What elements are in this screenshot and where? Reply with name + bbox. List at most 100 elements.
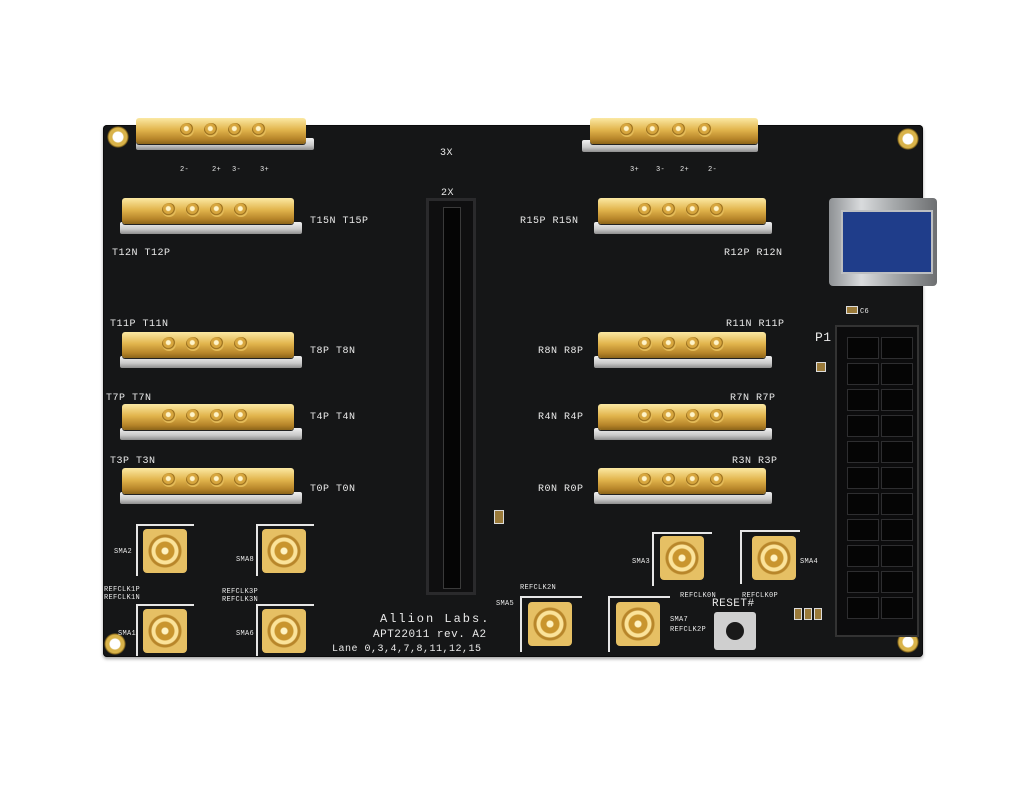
header-pin xyxy=(881,597,913,619)
pin xyxy=(234,409,248,423)
label-t3: T3P T3N xyxy=(110,456,156,467)
label-sma1: SMA1 xyxy=(118,630,137,638)
header-pin xyxy=(881,571,913,593)
label-refclk0n: REFCLK0N xyxy=(680,592,717,600)
pin xyxy=(686,203,700,217)
header-pin xyxy=(881,337,913,359)
pin-header-p1 xyxy=(835,325,919,637)
connector-r4 xyxy=(598,404,766,430)
header-pin xyxy=(881,363,913,385)
company-label: Allion Labs. xyxy=(380,612,491,626)
pin xyxy=(204,123,218,137)
label-refclk3: REFCLK3P REFCLK3N xyxy=(222,588,259,604)
pin xyxy=(662,337,676,351)
usb-port[interactable] xyxy=(841,210,933,274)
pin xyxy=(646,123,660,137)
pin xyxy=(638,337,652,351)
reset-button-cap[interactable] xyxy=(726,622,744,640)
pcie-slot xyxy=(426,198,476,595)
label-3x: 3X xyxy=(440,148,454,159)
usb-connector[interactable] xyxy=(829,198,937,286)
smd-component xyxy=(816,362,826,372)
header-pin xyxy=(847,441,879,463)
pin xyxy=(662,409,676,423)
header-pin xyxy=(847,571,879,593)
label-r12: R12P R12N xyxy=(724,248,783,259)
label-refclk2p: REFCLK2P xyxy=(670,626,707,634)
label-t8: T8P T8N xyxy=(310,346,356,357)
pin-label: 3- xyxy=(656,166,666,174)
pin xyxy=(210,203,224,217)
header-pin xyxy=(847,415,879,437)
sma-connector[interactable] xyxy=(143,609,187,653)
smd-component xyxy=(814,608,822,620)
sma-connector[interactable] xyxy=(752,536,796,580)
pin-label: 2+ xyxy=(680,166,690,174)
pin xyxy=(638,203,652,217)
label-sma5: SMA5 xyxy=(496,600,515,608)
pin xyxy=(710,409,724,423)
pin xyxy=(228,123,242,137)
connector-top-right xyxy=(590,118,758,144)
connector-r15 xyxy=(598,198,766,224)
pin xyxy=(162,409,176,423)
sma-connector[interactable] xyxy=(616,602,660,646)
label-sma4: SMA4 xyxy=(800,558,819,566)
label-t0: T0P T0N xyxy=(310,484,356,495)
pin xyxy=(162,203,176,217)
pin xyxy=(662,473,676,487)
header-pin xyxy=(881,519,913,541)
pin xyxy=(234,203,248,217)
label-sma7: SMA7 xyxy=(670,616,689,624)
label-refclk1: REFCLK1P REFCLK1N xyxy=(104,586,141,602)
pin xyxy=(186,473,200,487)
label-t15: T15N T15P xyxy=(310,216,369,227)
header-pin xyxy=(847,363,879,385)
mounting-hole xyxy=(107,126,129,148)
connector-top-left xyxy=(136,118,306,144)
sma-connector[interactable] xyxy=(528,602,572,646)
label-t7: T7P T7N xyxy=(106,393,152,404)
header-pin xyxy=(881,493,913,515)
label-c6: C6 xyxy=(860,308,870,316)
label-refclk2n: REFCLK2N xyxy=(520,584,557,592)
pin xyxy=(638,409,652,423)
label-r0: R0N R0P xyxy=(538,484,584,495)
label-p1: P1 xyxy=(815,330,832,345)
connector-t8 xyxy=(122,332,294,358)
header-pin xyxy=(847,389,879,411)
label-r11: R11N R11P xyxy=(726,319,785,330)
header-pin xyxy=(881,467,913,489)
header-pin xyxy=(847,597,879,619)
connector-t15 xyxy=(122,198,294,224)
label-sma2: SMA2 xyxy=(114,548,133,556)
smd-component xyxy=(804,608,812,620)
sma-connector[interactable] xyxy=(660,536,704,580)
pin xyxy=(252,123,266,137)
connector-r8 xyxy=(598,332,766,358)
sma-connector[interactable] xyxy=(262,609,306,653)
pin xyxy=(234,473,248,487)
connector-t4 xyxy=(122,404,294,430)
pin xyxy=(620,123,634,137)
sma-connector[interactable] xyxy=(262,529,306,573)
label-t4: T4P T4N xyxy=(310,412,356,423)
pin-label: 3+ xyxy=(630,166,640,174)
pin xyxy=(210,473,224,487)
pin xyxy=(662,203,676,217)
header-pin xyxy=(847,337,879,359)
pin xyxy=(186,409,200,423)
part-number: APT22011 rev. A2 xyxy=(373,629,487,641)
reset-button[interactable] xyxy=(714,612,756,650)
sma-connector[interactable] xyxy=(143,529,187,573)
pin xyxy=(210,337,224,351)
label-sma3: SMA3 xyxy=(632,558,651,566)
header-pin xyxy=(847,545,879,567)
label-r4: R4N R4P xyxy=(538,412,584,423)
pin-label: 3- xyxy=(232,166,242,174)
pin xyxy=(210,409,224,423)
header-pin xyxy=(847,467,879,489)
slot-opening xyxy=(443,207,461,589)
pin-label: 3+ xyxy=(260,166,270,174)
header-pin xyxy=(881,415,913,437)
